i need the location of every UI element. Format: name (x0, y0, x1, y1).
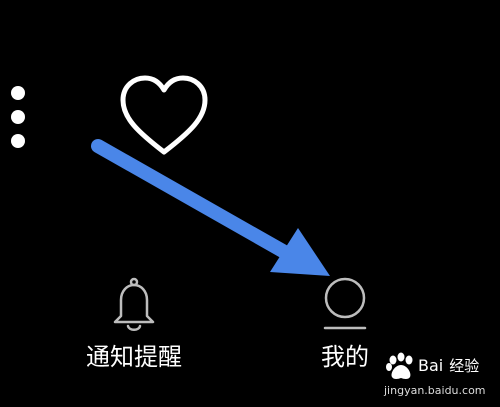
dot-icon (11, 134, 25, 148)
nav-mine[interactable]: 我的 (300, 276, 390, 372)
bell-icon (113, 277, 155, 331)
nav-mine-label: 我的 (321, 343, 369, 371)
paw-logo-icon (386, 352, 413, 379)
watermark-brand-bai: Bai (418, 356, 444, 375)
watermark-brand: Bai 经验 (418, 352, 479, 380)
watermark-brand-jingyan: 经验 (449, 357, 480, 375)
heart-icon[interactable] (118, 74, 210, 158)
nav-notifications-label: 通知提醒 (86, 343, 182, 371)
more-menu-icon[interactable] (10, 86, 26, 148)
dot-icon (11, 110, 25, 124)
watermark: Bai 经验 jingyan.baidu.com (384, 352, 496, 404)
nav-notifications[interactable]: 通知提醒 (74, 276, 194, 372)
watermark-url: jingyan.baidu.com (384, 384, 486, 397)
watch-screen: 通知提醒 我的 Bai 经验 jingyan.baidu.com (0, 0, 500, 407)
dot-icon (11, 86, 25, 100)
user-circle-icon (323, 277, 367, 330)
